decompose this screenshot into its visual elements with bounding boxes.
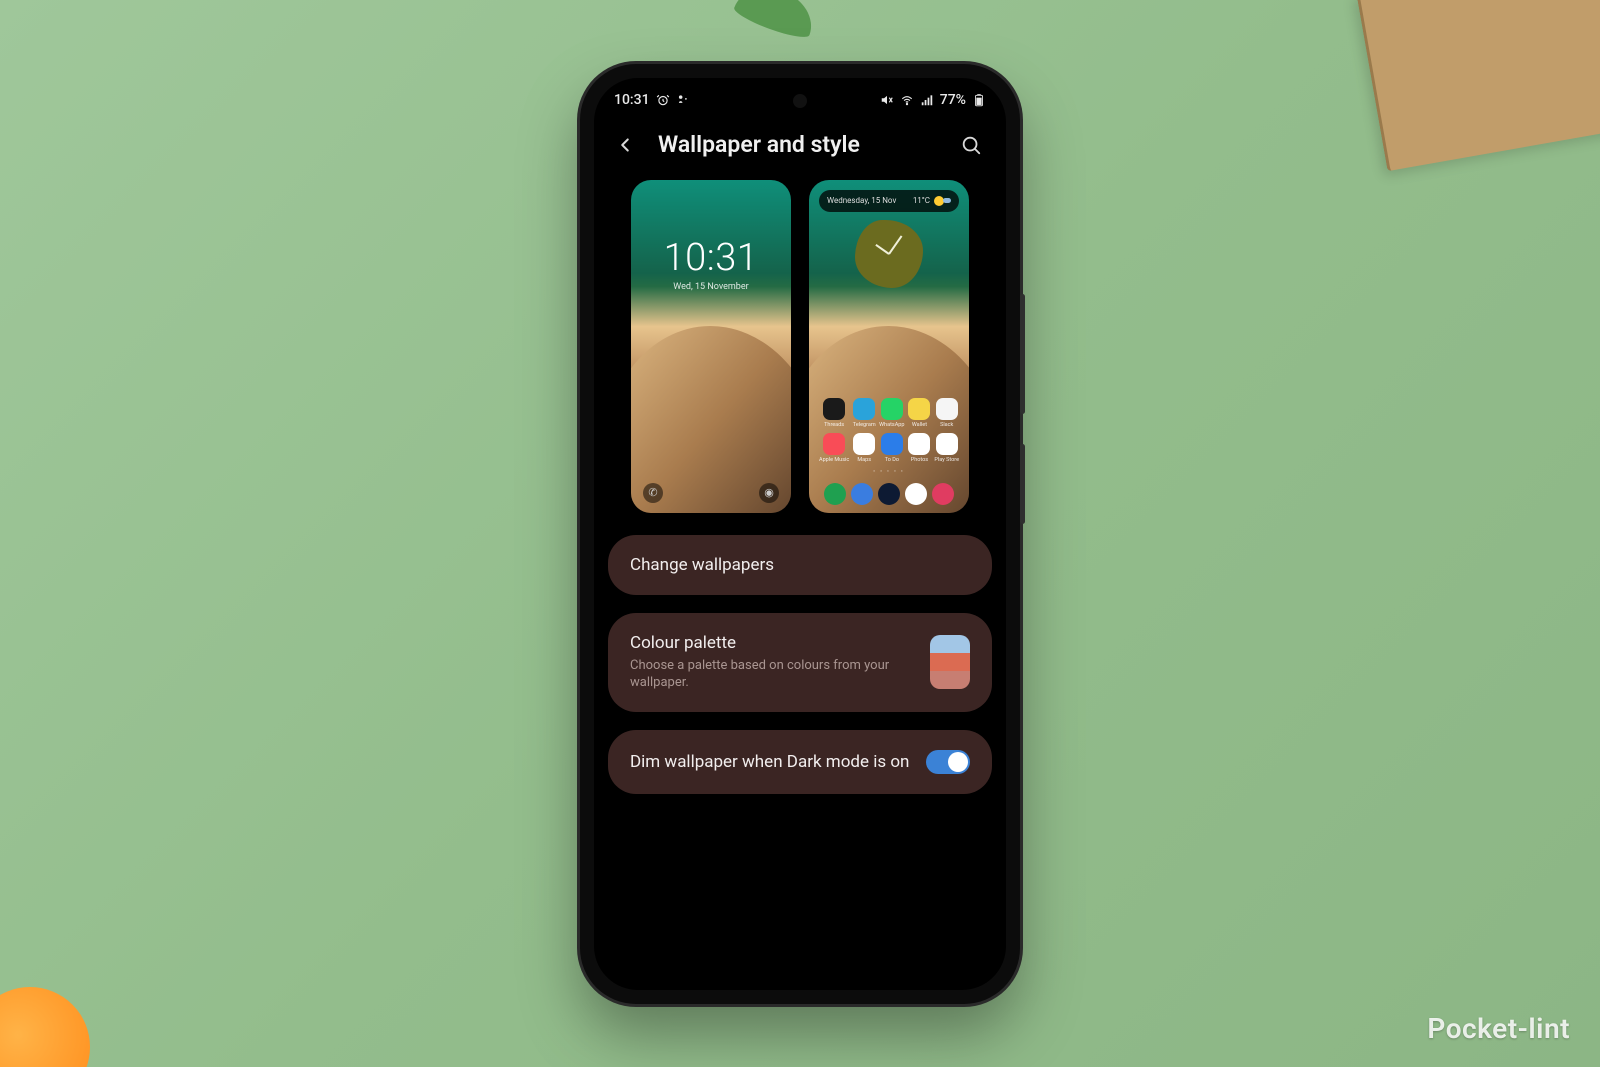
setting-title: Dim wallpaper when Dark mode is on — [630, 752, 910, 772]
lock-clock-date: Wed, 15 November — [631, 282, 791, 292]
preview-home-screen[interactable]: Wednesday, 15 Nov 11°C Threads TelegramWh… — [809, 180, 969, 513]
phone-body: 10:31 — [580, 64, 1020, 1004]
home-app-icon: Play Store — [934, 433, 959, 463]
home-date-weather-widget: Wednesday, 15 Nov 11°C — [819, 190, 959, 212]
app-label: Apple Music — [819, 457, 849, 463]
app-label: Threads — [824, 422, 844, 428]
app-label: Telegram — [853, 422, 876, 428]
app-icon — [936, 433, 958, 455]
app-icon — [908, 398, 930, 420]
home-page-indicator: • • • • • — [809, 469, 969, 475]
dock-app-icon — [905, 483, 927, 505]
change-wallpapers-item[interactable]: Change wallpapers — [608, 535, 992, 595]
phone-power-button — [1020, 444, 1025, 524]
status-battery-label: 77% — [940, 92, 966, 108]
camera-icon: ◉ — [764, 487, 774, 498]
battery-icon — [972, 93, 986, 107]
toggle-knob — [948, 752, 968, 772]
home-app-icon: WhatsApp — [879, 398, 904, 428]
page-title: Wallpaper and style — [658, 131, 938, 158]
prop-fruit-corner — [0, 987, 90, 1067]
dock-app-icon — [824, 483, 846, 505]
app-label: Maps — [857, 457, 871, 463]
app-icon — [936, 398, 958, 420]
chevron-left-icon — [614, 134, 636, 156]
home-app-icon: Threads — [819, 398, 849, 428]
cloud-icon — [943, 198, 951, 203]
wallpaper-previews: 10:31 Wed, 15 November ✆ ◉ Wednesday, 15… — [594, 180, 1006, 535]
home-app-icon: To Do — [879, 433, 904, 463]
app-icon — [881, 433, 903, 455]
home-app-icon: Photos — [907, 433, 931, 463]
search-icon — [960, 134, 982, 156]
swatch-strip — [930, 635, 970, 653]
page-header: Wallpaper and style — [594, 114, 1006, 180]
app-icon — [853, 398, 875, 420]
dock-app-icon — [932, 483, 954, 505]
app-icon — [908, 433, 930, 455]
home-analog-clock — [855, 220, 923, 288]
app-label: Wallet — [912, 422, 927, 428]
signal-icon — [920, 93, 934, 107]
widget-temp: 11°C — [913, 196, 930, 205]
widget-date: Wednesday, 15 Nov — [827, 196, 896, 205]
lock-clock-time: 10:31 — [631, 236, 791, 280]
notification-dot-icon — [676, 93, 690, 107]
app-icon — [823, 433, 845, 455]
colour-palette-item[interactable]: Colour palette Choose a palette based on… — [608, 613, 992, 712]
lock-shortcuts: ✆ ◉ — [631, 483, 791, 503]
settings-list: Change wallpapers Colour palette Choose … — [594, 535, 1006, 794]
dim-wallpaper-item[interactable]: Dim wallpaper when Dark mode is on — [608, 730, 992, 794]
status-time: 10:31 — [614, 92, 650, 108]
setting-title: Colour palette — [630, 633, 914, 653]
phone-icon: ✆ — [648, 487, 657, 498]
search-button[interactable] — [954, 128, 988, 162]
app-label: WhatsApp — [879, 422, 904, 428]
home-app-icon: Telegram — [852, 398, 876, 428]
lock-clock: 10:31 Wed, 15 November — [631, 236, 791, 292]
phone-screen: 10:31 — [594, 78, 1006, 990]
palette-swatch — [930, 635, 970, 689]
swatch-strip — [930, 653, 970, 671]
home-dock — [819, 483, 959, 505]
phone-volume-button — [1020, 294, 1025, 414]
back-button[interactable] — [608, 128, 642, 162]
wifi-icon — [900, 93, 914, 107]
dock-app-icon — [878, 483, 900, 505]
home-app-icon: Maps — [852, 433, 876, 463]
home-app-icon: Slack — [934, 398, 959, 428]
home-app-grid: Threads TelegramWhatsApp Wallet Slack Apple … — [819, 398, 959, 463]
widget-weather: 11°C — [913, 196, 951, 206]
app-icon — [823, 398, 845, 420]
preview-lock-screen[interactable]: 10:31 Wed, 15 November ✆ ◉ — [631, 180, 791, 513]
mute-icon — [880, 93, 894, 107]
lock-phone-shortcut: ✆ — [643, 483, 663, 503]
camera-hole — [793, 94, 807, 108]
setting-subtitle: Choose a palette based on colours from y… — [630, 657, 914, 692]
home-app-icon: Wallet — [907, 398, 931, 428]
home-app-icon: Apple Music — [819, 433, 849, 463]
photo-scene: 10:31 — [0, 0, 1600, 1067]
prop-leaf — [732, 0, 821, 42]
prop-box-corner — [1356, 0, 1600, 171]
alarm-icon — [656, 93, 670, 107]
watermark: Pocket-lint — [1427, 1012, 1570, 1045]
dock-app-icon — [851, 483, 873, 505]
swatch-strip — [930, 671, 970, 689]
app-icon — [853, 433, 875, 455]
setting-title: Change wallpapers — [630, 555, 970, 575]
dim-wallpaper-toggle[interactable] — [926, 750, 970, 774]
app-icon — [881, 398, 903, 420]
app-label: To Do — [885, 457, 899, 463]
app-label: Play Store — [934, 457, 959, 463]
lock-camera-shortcut: ◉ — [759, 483, 779, 503]
app-label: Photos — [911, 457, 928, 463]
app-label: Slack — [940, 422, 953, 428]
